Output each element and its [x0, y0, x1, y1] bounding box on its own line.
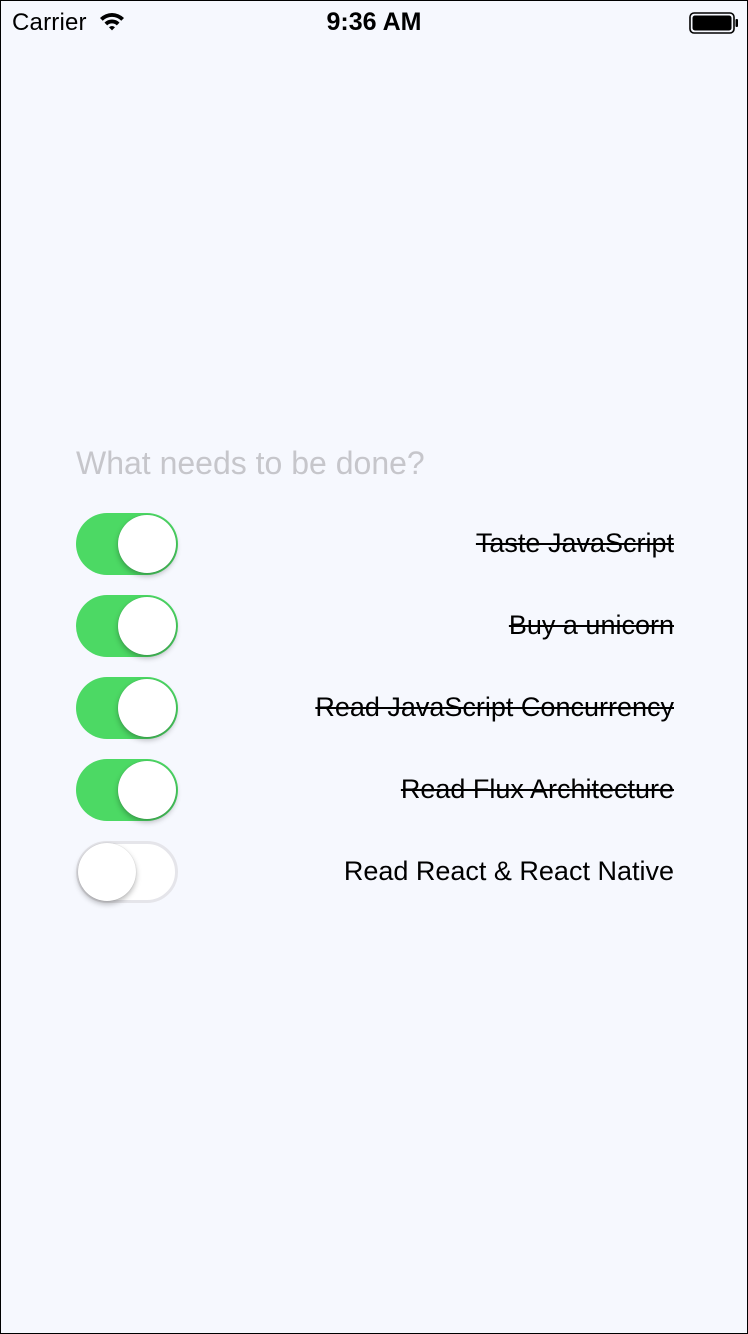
switch-knob [118, 515, 176, 573]
todo-text: Read Flux Architecture [400, 774, 674, 804]
todo-toggle-switch[interactable] [76, 513, 178, 575]
todo-item: Buy a unicorn [76, 595, 674, 677]
todo-text: Read React & React Native [343, 856, 674, 886]
todo-text: Read JavaScript Concurrency [315, 692, 674, 722]
todo-list: Taste JavaScript Buy a unicorn Read Java… [76, 513, 674, 923]
switch-knob [118, 679, 176, 737]
new-todo-input[interactable] [76, 441, 676, 485]
todo-text: Buy a unicorn [508, 610, 674, 640]
battery-icon [689, 12, 738, 34]
todo-toggle-switch[interactable] [76, 841, 178, 903]
app-screen: Carrier 9:36 AM Taste JavaScript Buy a u… [0, 0, 748, 1334]
todo-item: Read Flux Architecture [76, 759, 674, 841]
switch-knob [118, 597, 176, 655]
todo-toggle-switch[interactable] [76, 677, 178, 739]
switch-knob [78, 843, 136, 901]
todo-item: Read JavaScript Concurrency [76, 677, 674, 759]
switch-knob [118, 761, 176, 819]
status-bar: Carrier 9:36 AM [1, 1, 747, 41]
todo-item: Read React & React Native [76, 841, 674, 923]
todo-text: Taste JavaScript [475, 528, 674, 558]
todo-item: Taste JavaScript [76, 513, 674, 595]
clock: 9:36 AM [326, 8, 422, 36]
todo-toggle-switch[interactable] [76, 759, 178, 821]
todo-toggle-switch[interactable] [76, 595, 178, 657]
